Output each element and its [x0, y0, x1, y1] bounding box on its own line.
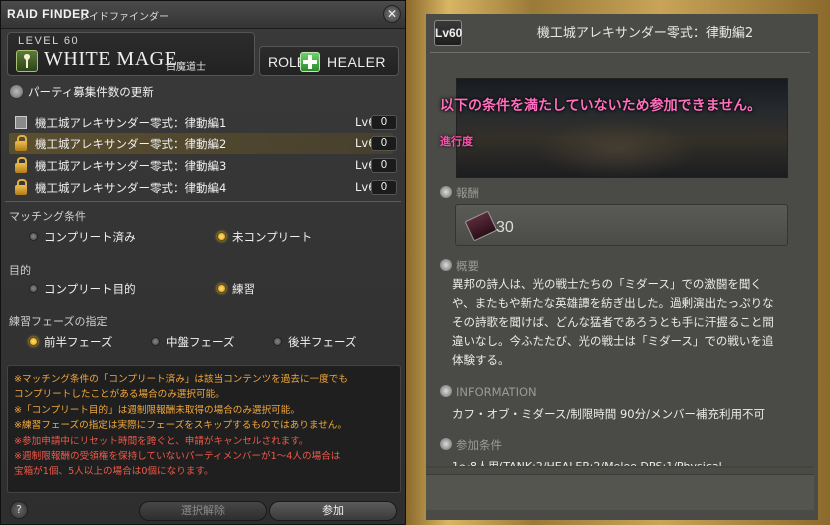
join-button[interactable]: 参加: [269, 501, 397, 521]
radio-dot-icon[interactable]: [29, 232, 38, 241]
duty-row[interactable]: 機工城アレキサンダー零式：律動編2 Lv60 0: [9, 133, 397, 154]
radio-dot-icon[interactable]: [29, 337, 38, 346]
information-heading-text: INFORMATION: [456, 385, 537, 399]
progress-label: 進行度: [440, 135, 473, 148]
phase-label: 練習フェーズの指定: [9, 315, 108, 328]
purpose-label: 目的: [9, 264, 31, 277]
duty-level-badge: Lv60: [434, 20, 462, 46]
lock-icon: [15, 135, 27, 151]
role-name: HEALER: [327, 54, 387, 70]
white-mage-icon: [16, 50, 38, 72]
tome-token-icon[interactable]: [464, 210, 498, 242]
radio-label: 練習: [232, 282, 255, 296]
overview-heading-text: 概要: [456, 259, 479, 273]
divider: [430, 52, 810, 53]
reward-box[interactable]: 30: [455, 204, 788, 246]
info-icon: [440, 385, 452, 397]
radio-label: コンプリート済み: [44, 230, 136, 244]
job-level: LEVEL 60: [18, 35, 80, 47]
radio-label: 中盤フェーズ: [166, 335, 235, 349]
party-count: 0: [371, 115, 397, 130]
healer-role-icon: [300, 52, 320, 72]
clear-selection-button[interactable]: 選択解除: [139, 501, 267, 521]
conditions-icon: [440, 438, 452, 450]
duty-title: 機工城アレキサンダー零式：律動編2: [536, 26, 754, 41]
role-panel: ROLE HEALER: [259, 46, 399, 76]
duty-row[interactable]: 機工城アレキサンダー零式：律動編3 Lv60 0: [9, 155, 397, 176]
duty-banner-image: [456, 78, 788, 178]
lock-icon: [15, 157, 27, 173]
description-line: 違いなし。今ふたたび、光の戦士は「ミダース」での戦いを追: [452, 334, 774, 348]
party-count: 0: [371, 180, 397, 195]
note-line: ※練習フェーズの指定は実際にフェーズをスキップするものではありません。: [14, 420, 347, 432]
conditions-heading-text: 参加条件: [456, 438, 502, 452]
note-line: ※マッチング条件の「コンプリート済み」は該当コンテンツを過去に一度でも: [14, 374, 348, 385]
description-line: 体験する。: [452, 353, 510, 367]
description-line: や、またもや新たな英雄譚を紡ぎ出した。過剰演出たっぷりな: [452, 296, 774, 310]
note-line: ※週制限報酬の受領権を保持していないパーティメンバーが1～4人の場合は: [14, 451, 341, 463]
note-line: 宝箱が1個、5人以上の場合は0個になります。: [14, 466, 214, 478]
note-line: ※「コンプリート目的」は週制限報酬未取得の場合のみ選択可能。: [14, 404, 300, 416]
duty-name: 機工城アレキサンダー零式：律動編2: [35, 137, 227, 151]
job-panel: LEVEL 60 WHITE MAGE 白魔道士: [7, 32, 255, 76]
duty-row[interactable]: 機工城アレキサンダー零式：律動編4 Lv60 0: [9, 177, 397, 198]
note-line: コンプリートしたことがある場合のみ選択可能。: [14, 389, 225, 401]
reward-icon: [440, 186, 452, 198]
duty-name: 機工城アレキサンダー零式：律動編1: [35, 116, 227, 130]
refresh-icon[interactable]: [9, 84, 24, 99]
help-button[interactable]: ?: [10, 501, 28, 519]
duty-name: 機工城アレキサンダー零式：律動編4: [35, 181, 227, 195]
overview-icon: [440, 259, 452, 271]
note-line: ※参加申請中にリセット時間を跨ぐと、申請がキャンセルされます。: [14, 435, 309, 447]
description-line: 異邦の詩人は、光の戦士たちの「ミダース」での激闘を聞く: [452, 277, 762, 291]
divider: [5, 201, 401, 202]
checkbox-icon[interactable]: [15, 116, 27, 129]
requirement-warning: 以下の条件を満たしていないため参加できません。: [440, 98, 762, 114]
divider: [426, 466, 814, 468]
radio-label: 後半フェーズ: [288, 335, 357, 349]
radio-dot-icon[interactable]: [217, 232, 226, 241]
job-name-jp: 白魔道士: [166, 62, 206, 73]
party-count: 0: [371, 158, 397, 173]
raid-finder-window: RAID FINDER レイドファインダー ✕ LEVEL 60 WHITE M…: [0, 0, 406, 525]
refresh-label: パーティ募集件数の更新: [28, 85, 154, 99]
title-bar[interactable]: RAID FINDER レイドファインダー ✕: [1, 1, 405, 29]
overview-heading: 概要: [440, 258, 479, 274]
radio-label: コンプリート目的: [44, 282, 136, 296]
window-title-jp: レイドファインダー: [79, 12, 169, 23]
close-icon[interactable]: ✕: [383, 5, 401, 23]
duty-name: 機工城アレキサンダー零式：律動編3: [35, 159, 227, 173]
radio-dot-icon[interactable]: [217, 284, 226, 293]
party-count: 0: [371, 136, 397, 151]
reward-heading-text: 報酬: [456, 186, 479, 200]
matching-label: マッチング条件: [9, 210, 86, 223]
reward-heading: 報酬: [440, 185, 479, 201]
information-heading: INFORMATION: [440, 385, 537, 399]
detail-footer: [426, 474, 814, 510]
job-name: WHITE MAGE: [44, 48, 178, 70]
radio-label: 前半フェーズ: [44, 335, 113, 349]
information-text: カフ・オブ・ミダース/制限時間 90分/メンバー補充利用不可: [452, 407, 765, 421]
notes-box: ※マッチング条件の「コンプリート済み」は該当コンテンツを過去に一度でも コンプリ…: [7, 365, 401, 493]
radio-label: 未コンプリート: [232, 230, 313, 244]
reward-count: 30: [496, 219, 514, 236]
radio-dot-icon[interactable]: [29, 284, 38, 293]
window-title: RAID FINDER: [7, 7, 90, 21]
radio-dot-icon[interactable]: [273, 337, 282, 346]
conditions-heading: 参加条件: [440, 437, 502, 453]
description-line: その詩歌を聞けば、どんな猛者であろうとも手に汗握ること間: [452, 315, 774, 329]
duty-row[interactable]: 機工城アレキサンダー零式：律動編1 Lv60 0: [9, 112, 397, 133]
radio-dot-icon[interactable]: [151, 337, 160, 346]
lock-icon: [15, 179, 27, 195]
